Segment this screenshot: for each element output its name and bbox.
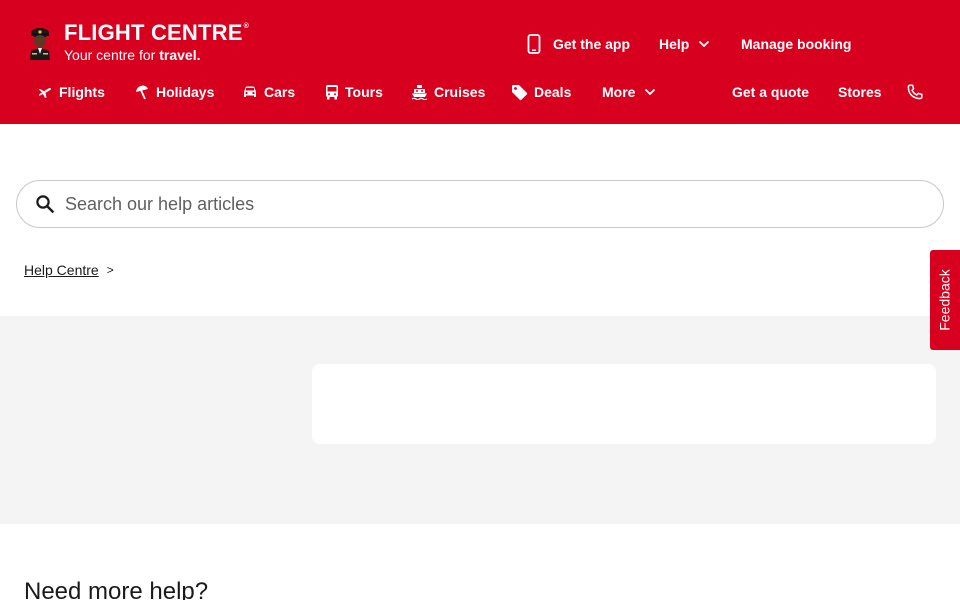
- phone-icon: [907, 84, 923, 100]
- main-nav: Flights Holidays Cars Tours Cruises Deal…: [0, 76, 960, 108]
- chevron-down-icon: [645, 88, 656, 96]
- tagline-bold: travel.: [159, 47, 201, 63]
- brand-name: FLIGHT CENTRE: [64, 20, 243, 45]
- nav-label-tours: Tours: [345, 84, 383, 100]
- stores-label: Stores: [838, 84, 882, 100]
- nav-label-flights: Flights: [59, 84, 105, 100]
- ship-icon: [411, 85, 428, 100]
- flight-centre-logo[interactable]: FLIGHT CENTRE ® Your centre for travel.: [24, 20, 249, 64]
- bus-icon: [326, 85, 338, 100]
- nav-item-cars[interactable]: Cars: [242, 76, 295, 108]
- nav-label-deals: Deals: [534, 84, 572, 100]
- site-header: FLIGHT CENTRE ® Your centre for travel. …: [0, 0, 960, 124]
- nav-label-more: More: [602, 84, 636, 100]
- manage-booking-link[interactable]: Manage booking: [741, 32, 851, 56]
- nav-item-tours[interactable]: Tours: [325, 76, 383, 108]
- content-card: [312, 364, 936, 444]
- registered-mark: ®: [243, 23, 249, 30]
- manage-booking-label: Manage booking: [741, 36, 852, 52]
- get-the-app-link[interactable]: Get the app: [527, 32, 630, 56]
- breadcrumb: Help Centre >: [24, 262, 114, 278]
- captain-logo-icon: [30, 28, 50, 60]
- nav-item-deals[interactable]: Deals: [511, 76, 571, 108]
- tagline-prefix: Your centre for: [64, 47, 156, 63]
- get-the-app-label: Get the app: [553, 36, 631, 52]
- nav-label-cruises: Cruises: [434, 84, 486, 100]
- breadcrumb-separator: >: [106, 263, 114, 277]
- car-icon: [244, 86, 256, 97]
- breadcrumb-help-centre[interactable]: Help Centre: [24, 262, 99, 278]
- nav-item-cruises[interactable]: Cruises: [411, 76, 485, 108]
- tag-icon: [512, 84, 528, 100]
- get-a-quote-link[interactable]: Get a quote: [732, 76, 809, 108]
- help-label: Help: [659, 36, 690, 52]
- phone-button[interactable]: [907, 76, 929, 108]
- get-a-quote-label: Get a quote: [732, 84, 810, 100]
- nav-label-holidays: Holidays: [156, 84, 215, 100]
- brand-tagline: Your centre for travel.: [64, 48, 249, 62]
- chevron-down-icon: [699, 40, 710, 48]
- feedback-label: Feedback: [937, 269, 954, 331]
- plane-icon: [38, 87, 51, 98]
- search-input[interactable]: [65, 181, 925, 227]
- nav-item-flights[interactable]: Flights: [37, 76, 105, 108]
- nav-label-cars: Cars: [264, 84, 296, 100]
- feedback-button[interactable]: Feedback: [930, 250, 960, 350]
- stores-link[interactable]: Stores: [838, 76, 882, 108]
- search-icon: [36, 195, 55, 214]
- need-more-help-heading: Need more help?: [24, 578, 209, 600]
- mobile-phone-icon: [527, 34, 541, 54]
- nav-item-more[interactable]: More: [602, 76, 656, 108]
- help-menu[interactable]: Help: [659, 32, 710, 56]
- help-search-box[interactable]: [16, 180, 944, 228]
- nav-item-holidays[interactable]: Holidays: [134, 76, 214, 108]
- beach-umbrella-icon: [136, 85, 148, 100]
